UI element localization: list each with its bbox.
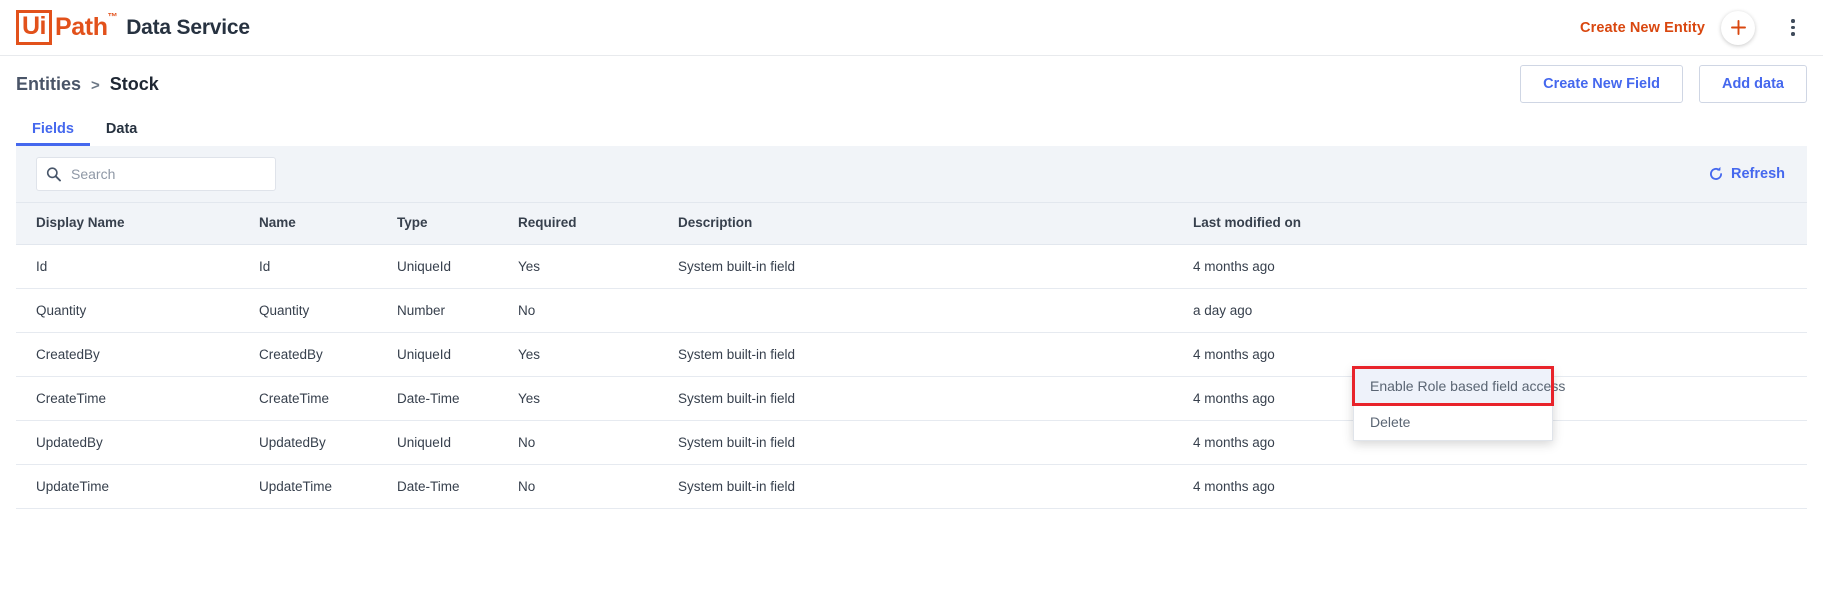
table-row[interactable]: UpdateTime UpdateTime Date-Time No Syste… <box>16 464 1807 509</box>
table-toolbar: Refresh <box>16 146 1807 202</box>
cell-type: UniqueId <box>389 420 510 465</box>
cell-type: Date-Time <box>389 376 510 421</box>
page-header: Entities > Stock Create New Field Add da… <box>0 56 1823 112</box>
trademark-icon: ™ <box>107 11 118 23</box>
add-data-button[interactable]: Add data <box>1698 65 1807 103</box>
create-new-entity-button[interactable] <box>1721 10 1755 45</box>
cell-name: CreatedBy <box>251 332 389 377</box>
breadcrumb-current: Stock <box>109 73 159 94</box>
table-header-row: Display Name Name Type Required Descript… <box>16 202 1807 245</box>
app-header-actions: Create New Entity <box>1580 10 1807 45</box>
create-new-entity-label[interactable]: Create New Entity <box>1580 20 1705 36</box>
fields-table: Display Name Name Type Required Descript… <box>16 202 1807 509</box>
refresh-icon <box>1710 166 1722 180</box>
table-header: Display Name Name Type Required Descript… <box>16 202 1807 245</box>
cell-required: Yes <box>510 332 670 377</box>
refresh-label: Refresh <box>1731 166 1785 182</box>
product-title: Data Service <box>126 15 250 39</box>
cell-type: UniqueId <box>389 244 510 289</box>
cell-display-name: CreatedBy <box>16 332 251 377</box>
more-vertical-icon-dot <box>1791 25 1795 30</box>
logo-ui-mark: Ui <box>16 10 52 45</box>
tab-data[interactable]: Data <box>90 121 153 146</box>
app-header: Ui Path™ Data Service Create New Entity <box>0 0 1823 56</box>
more-vertical-icon-dot <box>1791 19 1795 23</box>
fields-panel: Refresh Display Name Name Type Required … <box>16 146 1807 509</box>
cell-type: Number <box>389 288 510 333</box>
cell-required: No <box>510 420 670 465</box>
context-menu-item-delete[interactable]: Delete <box>1354 404 1552 440</box>
table-row[interactable]: Id Id UniqueId Yes System built-in field… <box>16 244 1807 289</box>
search-box <box>36 157 276 191</box>
cell-required: No <box>510 288 670 333</box>
cell-type: UniqueId <box>389 332 510 377</box>
cell-description: System built-in field <box>670 332 1185 377</box>
more-options-button[interactable] <box>1779 11 1807 45</box>
cell-description: System built-in field <box>670 376 1185 421</box>
chevron-right-icon: > <box>91 76 100 94</box>
breadcrumb-entities[interactable]: Entities <box>16 74 81 95</box>
cell-display-name: Quantity <box>16 288 251 333</box>
tab-fields[interactable]: Fields <box>16 121 90 146</box>
column-header-display-name[interactable]: Display Name <box>16 202 251 245</box>
cell-display-name: UpdatedBy <box>16 420 251 465</box>
cell-description: System built-in field <box>670 420 1185 465</box>
cell-last-modified: 4 months ago <box>1185 464 1807 509</box>
column-header-last-modified[interactable]: Last modified on <box>1185 202 1807 245</box>
logo-path-text: Path™ <box>55 11 118 41</box>
cell-required: No <box>510 464 670 509</box>
cell-description: System built-in field <box>670 464 1185 509</box>
cell-required: Yes <box>510 244 670 289</box>
search-input[interactable] <box>36 157 276 191</box>
cell-description <box>670 288 1185 333</box>
row-context-menu: Enable Role based field access Delete <box>1352 366 1565 441</box>
cell-last-modified: 4 months ago <box>1185 244 1807 289</box>
tab-bar: Fields Data <box>0 112 1823 146</box>
more-vertical-icon-dot <box>1791 32 1795 36</box>
cell-display-name: CreateTime <box>16 376 251 421</box>
column-header-required[interactable]: Required <box>510 202 670 245</box>
cell-last-modified: a day ago <box>1185 288 1807 333</box>
cell-type: Date-Time <box>389 464 510 509</box>
cell-display-name: Id <box>16 244 251 289</box>
refresh-button[interactable]: Refresh <box>1708 166 1785 182</box>
table-row[interactable]: Quantity Quantity Number No a day ago <box>16 288 1807 333</box>
cell-name: CreateTime <box>251 376 389 421</box>
column-header-type[interactable]: Type <box>389 202 510 245</box>
cell-name: UpdatedBy <box>251 420 389 465</box>
column-header-name[interactable]: Name <box>251 202 389 245</box>
cell-name: UpdateTime <box>251 464 389 509</box>
cell-description: System built-in field <box>670 244 1185 289</box>
cell-required: Yes <box>510 376 670 421</box>
plus-icon <box>1730 20 1746 35</box>
page-header-actions: Create New Field Add data <box>1520 65 1807 103</box>
cell-name: Quantity <box>251 288 389 333</box>
breadcrumb: Entities > Stock <box>16 74 159 95</box>
context-menu-item-enable-role-based-field-access[interactable]: Enable Role based field access <box>1352 366 1565 406</box>
cell-display-name: UpdateTime <box>16 464 251 509</box>
column-header-description[interactable]: Description <box>670 202 1185 245</box>
cell-name: Id <box>251 244 389 289</box>
create-new-field-button[interactable]: Create New Field <box>1520 65 1683 103</box>
uipath-logo: Ui Path™ Data Service <box>16 10 250 45</box>
